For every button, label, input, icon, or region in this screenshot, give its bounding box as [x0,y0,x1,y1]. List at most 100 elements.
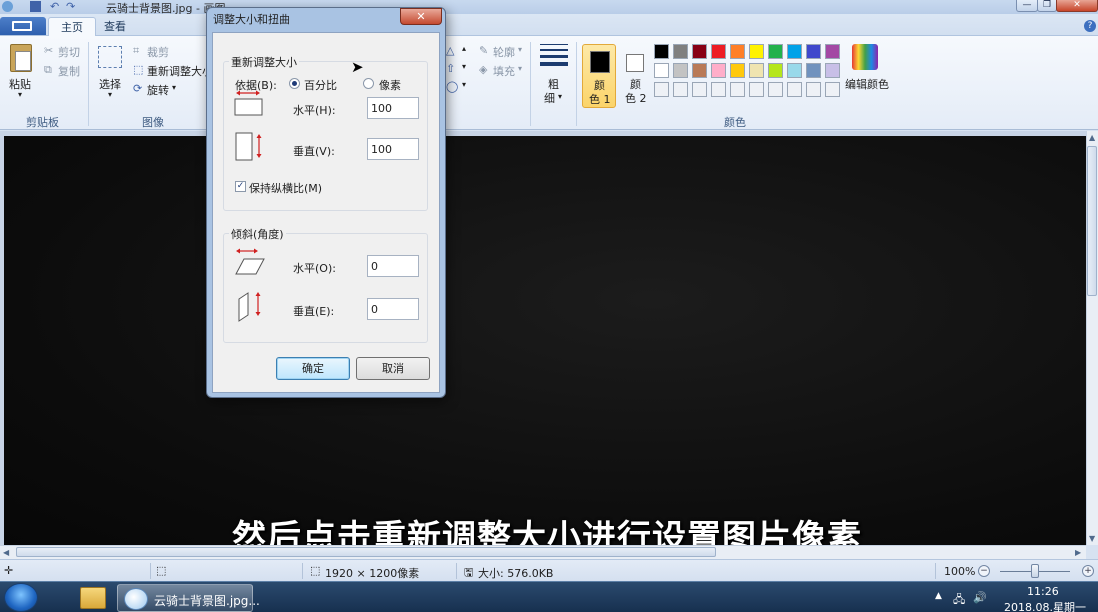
palette-swatch[interactable] [673,44,688,59]
scroll-down-icon[interactable]: ▼ [1089,534,1095,543]
copy-button[interactable]: 复制 [58,63,80,79]
palette-swatch[interactable] [692,63,707,78]
shape-ellipse-icon[interactable]: ◯ [446,80,458,93]
scroll-up-icon[interactable]: ▲ [1089,133,1095,142]
shape-triangle-icon[interactable]: △ [446,44,454,57]
color2-button[interactable]: 颜 色 2 [620,44,654,108]
file-menu-button[interactable] [0,17,46,35]
keep-aspect-ratio-checkbox[interactable]: ✓ [235,181,246,192]
paint-app-icon[interactable] [2,1,13,12]
shape-scroll-up-icon[interactable]: ▴ [462,44,466,53]
pixels-label[interactable]: 像素 [379,77,401,93]
paste-icon[interactable] [10,44,32,72]
palette-swatch[interactable] [711,44,726,59]
palette-swatch[interactable] [787,63,802,78]
maximize-button[interactable]: ❐ [1037,0,1057,12]
taskbar-paint[interactable]: 云骑士背景图.jpg... [117,584,260,612]
palette-swatch[interactable] [654,44,669,59]
tab-view[interactable]: 查看 [92,17,138,36]
outline-button[interactable]: 轮廓 [493,44,515,60]
fill-dropdown-icon[interactable]: ▾ [518,64,522,73]
percent-label[interactable]: 百分比 [304,77,337,93]
size-dropdown-icon[interactable]: ▾ [558,92,562,101]
volume-icon[interactable]: 🔊 [973,591,987,604]
palette-swatch[interactable] [749,44,764,59]
palette-swatch[interactable] [749,63,764,78]
palette-swatch[interactable] [787,44,802,59]
palette-swatch[interactable] [730,44,745,59]
skew-horizontal-input[interactable]: 0 [367,255,419,277]
zoom-out-button[interactable]: − [978,565,990,577]
palette-swatch[interactable] [673,82,688,97]
palette-swatch[interactable] [749,82,764,97]
palette-swatch[interactable] [825,82,840,97]
shape-scroll-down-icon[interactable]: ▾ [462,62,466,71]
horizontal-input[interactable]: 100 [367,97,419,119]
redo-icon[interactable]: ↷ [66,1,77,12]
select-dropdown-icon[interactable]: ▾ [108,90,112,99]
scroll-right-icon[interactable]: ▶ [1075,548,1081,557]
zoom-slider-thumb[interactable] [1031,564,1039,578]
tab-home[interactable]: 主页 [48,17,96,36]
palette-swatch[interactable] [654,82,669,97]
cut-button[interactable]: 剪切 [58,44,80,60]
edit-colors-button[interactable]: 编辑颜色 [845,76,889,92]
palette-swatch[interactable] [692,44,707,59]
palette-swatch[interactable] [787,82,802,97]
show-hidden-icons-icon[interactable]: ▲ [935,591,942,601]
palette-swatch[interactable] [730,82,745,97]
palette-swatch[interactable] [730,63,745,78]
palette-swatch[interactable] [806,82,821,97]
vertical-scroll-thumb[interactable] [1087,146,1097,296]
resize-skew-dialog: 调整大小和扭曲 ✕ 重新调整大小 依据(B): 百分比 像素 水平(H): 10… [206,7,446,398]
select-icon[interactable] [98,46,122,68]
size-icon[interactable] [540,44,568,70]
pixels-radio[interactable] [363,78,374,89]
palette-swatch[interactable] [768,82,783,97]
palette-swatch[interactable] [768,63,783,78]
scroll-left-icon[interactable]: ◀ [3,548,9,557]
palette-swatch[interactable] [711,82,726,97]
minimize-button[interactable]: — [1016,0,1038,12]
palette-swatch[interactable] [673,63,688,78]
network-icon[interactable]: 🖧 [953,591,965,610]
paste-dropdown-icon[interactable]: ▾ [18,90,22,99]
image-canvas[interactable] [4,136,1086,545]
palette-swatch[interactable] [692,82,707,97]
dialog-close-button[interactable]: ✕ [400,8,442,25]
palette-swatch[interactable] [825,44,840,59]
cancel-button[interactable]: 取消 [356,357,430,380]
start-button[interactable] [4,583,38,612]
shape-arrow-icon[interactable]: ⇧ [446,62,455,75]
shape-gallery-more-icon[interactable]: ▾ [462,80,466,89]
resize-button[interactable]: 重新调整大小 [147,63,213,79]
keep-aspect-ratio-label[interactable]: 保持纵横比(M) [249,180,322,196]
clock-date[interactable]: 2018.08.星期一 [1004,599,1086,612]
close-window-button[interactable]: ✕ [1056,0,1098,12]
palette-swatch[interactable] [711,63,726,78]
palette-swatch[interactable] [768,44,783,59]
palette-swatch[interactable] [654,63,669,78]
rotate-button[interactable]: 旋转 [147,82,169,98]
horizontal-scroll-thumb[interactable] [16,547,716,557]
crop-button[interactable]: 裁剪 [147,44,169,60]
vertical-input[interactable]: 100 [367,138,419,160]
undo-icon[interactable]: ↶ [50,1,61,12]
size-label-line2[interactable]: 细 [544,90,555,106]
ok-button[interactable]: 确定 [276,357,350,380]
color1-button[interactable]: 颜 色 1 [582,44,616,108]
skew-vertical-input[interactable]: 0 [367,298,419,320]
palette-swatch[interactable] [806,44,821,59]
taskbar-explorer[interactable] [72,584,110,612]
zoom-in-button[interactable]: + [1082,565,1094,577]
palette-swatch[interactable] [825,63,840,78]
rotate-dropdown-icon[interactable]: ▾ [172,83,176,92]
outline-dropdown-icon[interactable]: ▾ [518,45,522,54]
clock-time[interactable]: 11:26 [1027,585,1059,598]
fill-button[interactable]: 填充 [493,63,515,79]
percent-radio[interactable] [289,78,300,89]
edit-colors-icon[interactable] [852,44,878,70]
save-icon[interactable] [30,1,41,12]
palette-swatch[interactable] [806,63,821,78]
help-icon[interactable]: ? [1084,20,1096,32]
